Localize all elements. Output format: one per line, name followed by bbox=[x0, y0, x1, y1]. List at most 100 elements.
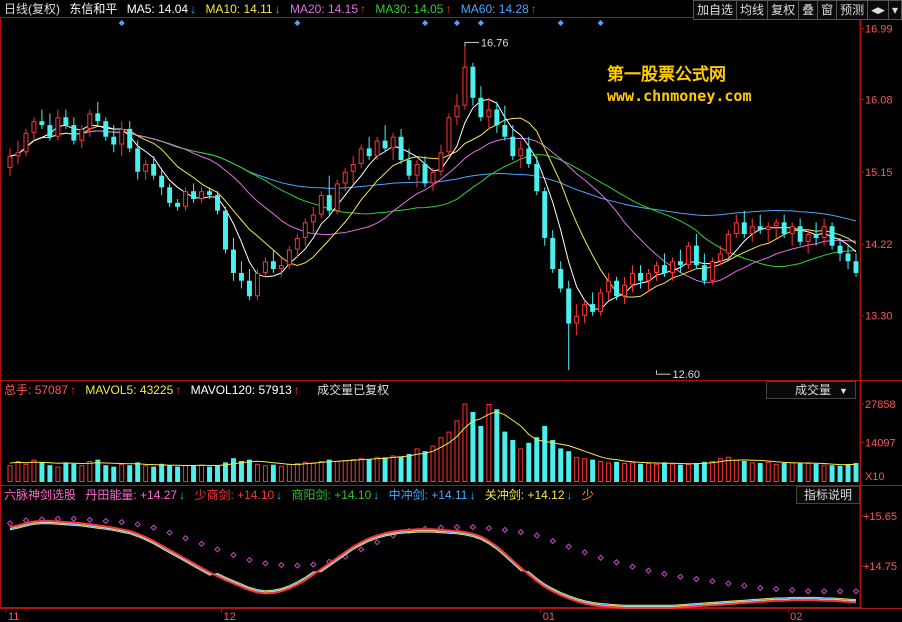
candle-body-up bbox=[143, 163, 149, 172]
volume-indicator-value: 成交量 bbox=[795, 383, 832, 397]
volume-bar bbox=[630, 462, 636, 482]
candle-body-up bbox=[7, 156, 13, 168]
volume-bar bbox=[47, 465, 53, 482]
candle-body-up bbox=[462, 66, 468, 106]
volume-bar bbox=[71, 463, 77, 482]
volume-bar bbox=[685, 464, 691, 482]
candle-body-down bbox=[510, 136, 516, 157]
volume-bar bbox=[87, 461, 93, 482]
dantian-legend: 丹田能量: +14.27 ↓ bbox=[85, 488, 188, 502]
nav-arrows-icon[interactable]: ◀▶ bbox=[867, 0, 889, 20]
menu-chevron-icon[interactable]: ▾ bbox=[887, 0, 902, 20]
volume-bar bbox=[526, 442, 532, 482]
volume-bar bbox=[510, 440, 516, 482]
dantian-marker bbox=[501, 526, 509, 534]
volume-bar bbox=[55, 466, 61, 483]
candle bbox=[829, 222, 835, 250]
volume-bar bbox=[661, 462, 667, 482]
forecast-button[interactable]: 预测 bbox=[836, 0, 869, 20]
candle bbox=[693, 234, 699, 270]
candle-body-down bbox=[111, 136, 117, 145]
dantian-marker bbox=[533, 532, 540, 539]
candle bbox=[294, 234, 300, 258]
dantian-marker bbox=[70, 515, 78, 522]
add-watchlist-button[interactable]: 加自选 bbox=[693, 0, 738, 20]
candle bbox=[302, 218, 308, 246]
candle-body-up bbox=[430, 171, 436, 184]
candle bbox=[71, 117, 77, 145]
candle-body-down bbox=[95, 113, 101, 122]
volume-indicator-select[interactable]: 成交量 ▼ bbox=[766, 381, 856, 399]
volume-tick-label: 27858 bbox=[865, 399, 896, 411]
volume-bar bbox=[837, 465, 843, 482]
candle-body-up bbox=[805, 234, 811, 242]
candle-body-up bbox=[622, 284, 628, 297]
guanchong-value: +14.12 bbox=[527, 488, 565, 502]
candle bbox=[223, 206, 228, 254]
total-volume-label: 总手: bbox=[4, 383, 32, 397]
candle bbox=[606, 272, 612, 301]
volume-bar bbox=[462, 403, 468, 483]
shaoshang-value: +14.10 bbox=[237, 488, 275, 502]
candle-body-down bbox=[270, 261, 276, 270]
volume-bar bbox=[773, 463, 779, 482]
volume-bar bbox=[582, 458, 588, 483]
overlay-button[interactable]: 叠 bbox=[798, 0, 819, 20]
candle-body-down bbox=[558, 269, 564, 289]
candle-body-down bbox=[398, 136, 404, 161]
candle bbox=[542, 187, 548, 246]
shangyang-arrow: ↓ bbox=[373, 488, 380, 502]
ma-line-button[interactable]: 均线 bbox=[736, 0, 769, 20]
candle-body-up bbox=[310, 214, 316, 223]
date-tick-label: 02 bbox=[790, 611, 802, 622]
volume-bar bbox=[278, 465, 284, 483]
candle-body-down bbox=[526, 148, 532, 164]
dantian-marker bbox=[246, 556, 253, 564]
candle bbox=[654, 261, 659, 281]
dantian-marker bbox=[198, 540, 205, 548]
ma10-arrow: ↓ bbox=[274, 2, 281, 16]
volume-bar bbox=[606, 462, 612, 482]
volume-bar bbox=[207, 466, 212, 482]
candle bbox=[526, 136, 532, 168]
adjust-button[interactable]: 复权 bbox=[767, 0, 800, 20]
candle bbox=[39, 109, 45, 129]
candle bbox=[470, 62, 476, 106]
candle-body-up bbox=[789, 226, 795, 235]
candle bbox=[677, 249, 683, 273]
candle-body-up bbox=[486, 109, 492, 118]
ma60-value: 14.28 bbox=[498, 2, 529, 16]
indicator-help-button[interactable]: 指标说明 bbox=[796, 486, 860, 504]
candle-body-up bbox=[654, 265, 659, 273]
total-volume-value: 57087 bbox=[34, 383, 69, 397]
mavol5-arrow: ↑ bbox=[175, 383, 182, 397]
candle-body-up bbox=[286, 249, 292, 266]
volume-bar bbox=[374, 456, 380, 482]
candle bbox=[486, 97, 492, 129]
ma60-legend: MA60: 14.28 ↑ bbox=[461, 2, 537, 16]
volume-bar bbox=[79, 465, 85, 483]
volume-bar bbox=[135, 462, 141, 482]
candle bbox=[310, 206, 316, 235]
volume-bar bbox=[518, 448, 524, 482]
shaoshang-line bbox=[9, 520, 857, 609]
candle bbox=[422, 156, 428, 188]
candle bbox=[502, 105, 508, 141]
stock-chart[interactable]: 16.99 16.08 15.15 14.22 13.30 16.76 12.60 27858… bbox=[0, 0, 902, 622]
candle-body-up bbox=[685, 245, 691, 266]
candle bbox=[438, 144, 444, 176]
candle-body-down bbox=[159, 175, 165, 188]
dantian-marker bbox=[613, 559, 620, 566]
volume-legend: 总手: 57087 ↑ MAVOL5: 43225 ↑ MAVOL120: 5791… bbox=[4, 381, 395, 399]
candle-body-down bbox=[845, 253, 851, 262]
volume-bar bbox=[398, 456, 404, 482]
volume-bar bbox=[215, 465, 220, 482]
window-button[interactable]: 窗 bbox=[817, 0, 838, 20]
indicator-name: 六脉神剑选股 bbox=[4, 488, 77, 502]
chevron-down-icon: ▼ bbox=[839, 386, 848, 396]
candle bbox=[199, 187, 205, 203]
volume-tick-label: 14097 bbox=[865, 438, 896, 450]
indicator-legend: 六脉神剑选股 丹田能量: +14.27 ↓ 少商剑: +14.10 ↓ 商阳剑: +… bbox=[4, 486, 600, 504]
candle-body-down bbox=[781, 222, 787, 235]
price-legend: 日线(复权) 东信和平 MA5: 14.04 ↓ MA10: 14.11 ↓ MA2… bbox=[4, 0, 543, 18]
